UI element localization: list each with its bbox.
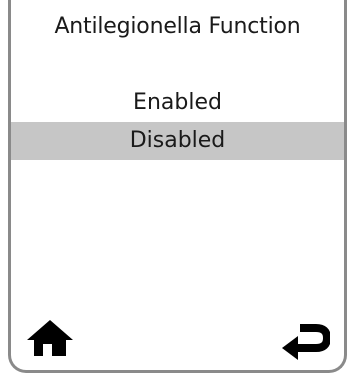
display-screen: Antilegionella Function Enabled Disabled — [8, 0, 347, 373]
option-disabled[interactable]: Disabled — [11, 122, 344, 160]
option-list: Enabled Disabled — [11, 84, 344, 160]
home-button[interactable] — [25, 318, 75, 358]
back-button[interactable] — [280, 316, 330, 360]
page-title: Antilegionella Function — [54, 14, 301, 39]
option-enabled[interactable]: Enabled — [11, 84, 344, 122]
home-icon — [25, 318, 75, 358]
return-arrow-icon — [280, 316, 330, 360]
